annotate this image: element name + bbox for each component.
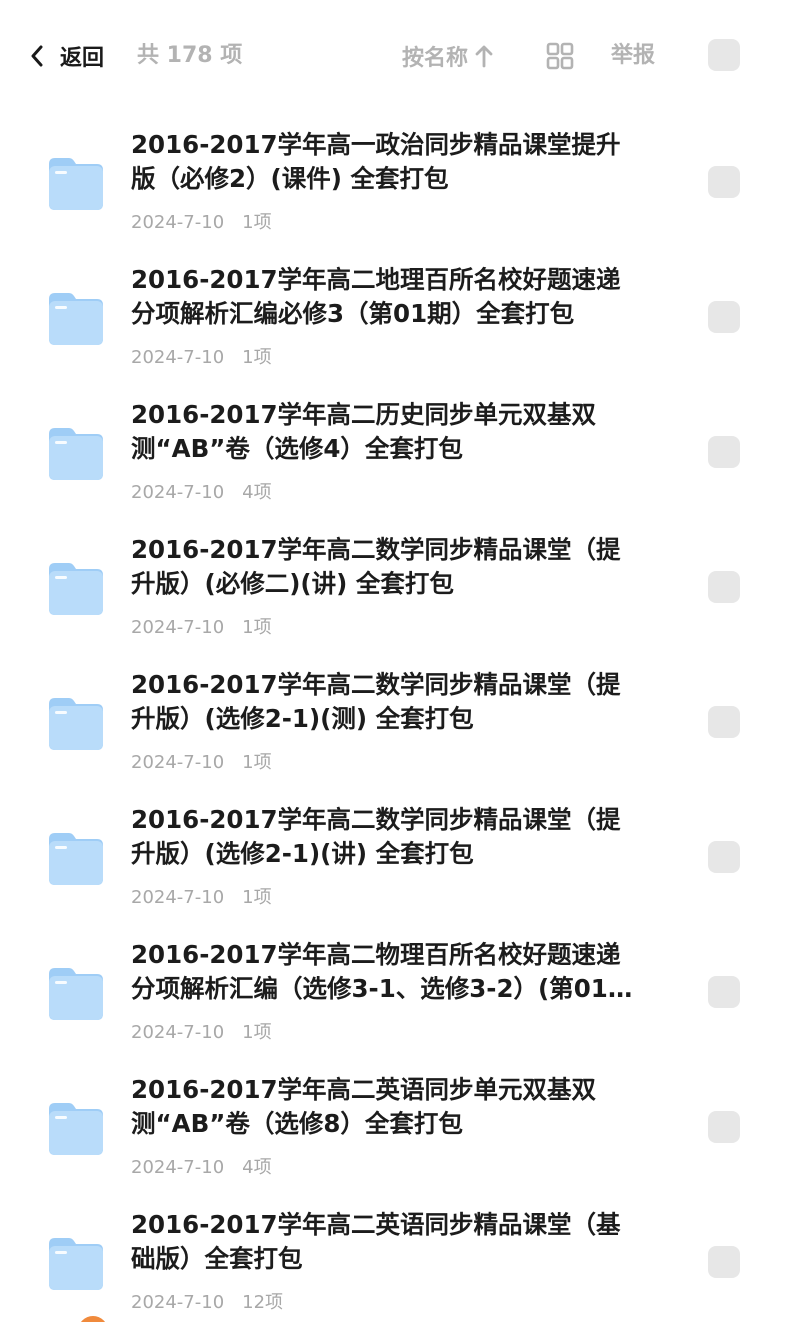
folder-meta: 2024-7-10 1项: [131, 208, 272, 234]
row-checkbox[interactable]: [708, 301, 740, 333]
folder-date: 2024-7-10: [131, 1022, 225, 1043]
back-label: 返回: [60, 46, 105, 71]
folder-title-line: 2016-2017学年高二物理百所名校好题速递: [131, 940, 621, 969]
folder-item-count: 1项: [242, 752, 272, 773]
folder-date: 2024-7-10: [131, 1292, 225, 1313]
folder-list: 2016-2017学年高一政治同步精品课堂提升 版（必修2）(课件) 全套打包 20…: [0, 112, 790, 1322]
folder-item-count: 4项: [242, 1157, 272, 1178]
folder-title-line: 分项解析汇编（选修3-1、选修3-2）(第01…: [131, 974, 633, 1003]
row-checkbox[interactable]: [708, 976, 740, 1008]
row-checkbox[interactable]: [708, 1111, 740, 1143]
folder-title-line: 升版）(选修2-1)(测) 全套打包: [131, 704, 474, 733]
folder-icon: [45, 559, 107, 617]
grid-view-icon[interactable]: [546, 42, 574, 70]
report-button[interactable]: 举报: [611, 36, 655, 76]
folder-item-count: 1项: [242, 1022, 272, 1043]
folder-row[interactable]: 2016-2017学年高一政治同步精品课堂提升 版（必修2）(课件) 全套打包 20…: [0, 112, 790, 247]
folder-meta: 2024-7-10 1项: [131, 613, 272, 639]
folder-row[interactable]: 2016-2017学年高二物理百所名校好题速递 分项解析汇编（选修3-1、选修3-…: [0, 922, 790, 1057]
folder-title-line: 2016-2017学年高二地理百所名校好题速递: [131, 265, 621, 294]
folder-item-count: 4项: [242, 482, 272, 503]
folder-row[interactable]: 2016-2017学年高二英语同步精品课堂（基 础版）全套打包 2024-7-10 1…: [0, 1192, 790, 1322]
folder-title-line: 2016-2017学年高二数学同步精品课堂（提: [131, 805, 621, 834]
folder-title: 2016-2017学年高二英语同步精品课堂（基 础版）全套打包: [131, 1208, 671, 1276]
folder-row[interactable]: 2016-2017学年高二英语同步单元双基双 测“AB”卷（选修8）全套打包 202…: [0, 1057, 790, 1192]
folder-item-count: 1项: [242, 887, 272, 908]
folder-title: 2016-2017学年高一政治同步精品课堂提升 版（必修2）(课件) 全套打包: [131, 128, 671, 196]
folder-date: 2024-7-10: [131, 752, 225, 773]
arrow-up-icon: [474, 43, 496, 69]
folder-date: 2024-7-10: [131, 212, 225, 233]
folder-title-line: 测“AB”卷（选修8）全套打包: [131, 1109, 463, 1138]
folder-item-count: 1项: [242, 212, 272, 233]
item-count: 共 178 项: [137, 43, 243, 68]
folder-title: 2016-2017学年高二物理百所名校好题速递 分项解析汇编（选修3-1、选修3-…: [131, 938, 671, 1006]
row-checkbox[interactable]: [708, 436, 740, 468]
row-checkbox[interactable]: [708, 571, 740, 603]
folder-row[interactable]: 2016-2017学年高二数学同步精品课堂（提 升版）(必修二)(讲) 全套打包 2…: [0, 517, 790, 652]
folder-title: 2016-2017学年高二英语同步单元双基双 测“AB”卷（选修8）全套打包: [131, 1073, 671, 1141]
folder-icon: [45, 964, 107, 1022]
folder-title-line: 2016-2017学年高二英语同步单元双基双: [131, 1075, 597, 1104]
folder-title: 2016-2017学年高二数学同步精品课堂（提 升版）(选修2-1)(测) 全套打…: [131, 668, 671, 736]
folder-icon: [45, 694, 107, 752]
back-button[interactable]: 返回: [30, 36, 104, 76]
folder-title-line: 2016-2017学年高二历史同步单元双基双: [131, 400, 597, 429]
folder-meta: 2024-7-10 1项: [131, 748, 272, 774]
folder-row[interactable]: 2016-2017学年高二历史同步单元双基双 测“AB”卷（选修4）全套打包 202…: [0, 382, 790, 517]
folder-meta: 2024-7-10 1项: [131, 343, 272, 369]
row-checkbox[interactable]: [708, 706, 740, 738]
folder-title-line: 2016-2017学年高二数学同步精品课堂（提: [131, 670, 621, 699]
folder-title-line: 2016-2017学年高二英语同步精品课堂（基: [131, 1210, 621, 1239]
row-checkbox[interactable]: [708, 841, 740, 873]
folder-icon: [45, 829, 107, 887]
folder-icon: [45, 1099, 107, 1157]
folder-title-line: 测“AB”卷（选修4）全套打包: [131, 434, 463, 463]
folder-date: 2024-7-10: [131, 347, 225, 368]
folder-icon: [45, 154, 107, 212]
folder-meta: 2024-7-10 4项: [131, 478, 272, 504]
folder-row[interactable]: 2016-2017学年高二地理百所名校好题速递 分项解析汇编必修3（第01期）全套…: [0, 247, 790, 382]
folder-title-line: 础版）全套打包: [131, 1244, 303, 1273]
folder-icon: [45, 1234, 107, 1292]
folder-title-line: 升版）(选修2-1)(讲) 全套打包: [131, 839, 474, 868]
folder-title: 2016-2017学年高二地理百所名校好题速递 分项解析汇编必修3（第01期）全套…: [131, 263, 671, 331]
folder-meta: 2024-7-10 12项: [131, 1288, 283, 1314]
folder-date: 2024-7-10: [131, 1157, 225, 1178]
folder-date: 2024-7-10: [131, 617, 225, 638]
folder-meta: 2024-7-10 1项: [131, 883, 272, 909]
folder-title-line: 升版）(必修二)(讲) 全套打包: [131, 569, 454, 598]
select-all-checkbox[interactable]: [708, 39, 740, 71]
folder-title-line: 2016-2017学年高二数学同步精品课堂（提: [131, 535, 621, 564]
folder-title: 2016-2017学年高二数学同步精品课堂（提 升版）(选修2-1)(讲) 全套打…: [131, 803, 671, 871]
chevron-left-icon: [30, 36, 52, 76]
folder-icon: [45, 424, 107, 482]
top-toolbar: 返回 共 178 项 按名称 举报: [0, 0, 790, 112]
sort-by-name-button[interactable]: 按名称: [402, 36, 496, 76]
folder-meta: 2024-7-10 1项: [131, 1018, 272, 1044]
folder-icon: [45, 289, 107, 347]
sort-label: 按名称: [402, 46, 469, 71]
row-checkbox[interactable]: [708, 166, 740, 198]
folder-row[interactable]: 2016-2017学年高二数学同步精品课堂（提 升版）(选修2-1)(讲) 全套打…: [0, 787, 790, 922]
folder-title-line: 2016-2017学年高一政治同步精品课堂提升: [131, 130, 621, 159]
folder-row[interactable]: 2016-2017学年高二数学同步精品课堂（提 升版）(选修2-1)(测) 全套打…: [0, 652, 790, 787]
folder-title-line: 版（必修2）(课件) 全套打包: [131, 164, 449, 193]
file-browser-page: 返回 共 178 项 按名称 举报 2016-2017学年高一政治同步精品课堂提…: [0, 0, 790, 1322]
folder-item-count: 12项: [242, 1292, 284, 1313]
folder-item-count: 1项: [242, 617, 272, 638]
folder-item-count: 1项: [242, 347, 272, 368]
folder-title-line: 分项解析汇编必修3（第01期）全套打包: [131, 299, 575, 328]
folder-meta: 2024-7-10 4项: [131, 1153, 272, 1179]
folder-title: 2016-2017学年高二数学同步精品课堂（提 升版）(必修二)(讲) 全套打包: [131, 533, 671, 601]
folder-title: 2016-2017学年高二历史同步单元双基双 测“AB”卷（选修4）全套打包: [131, 398, 671, 466]
folder-date: 2024-7-10: [131, 887, 225, 908]
folder-date: 2024-7-10: [131, 482, 225, 503]
row-checkbox[interactable]: [708, 1246, 740, 1278]
